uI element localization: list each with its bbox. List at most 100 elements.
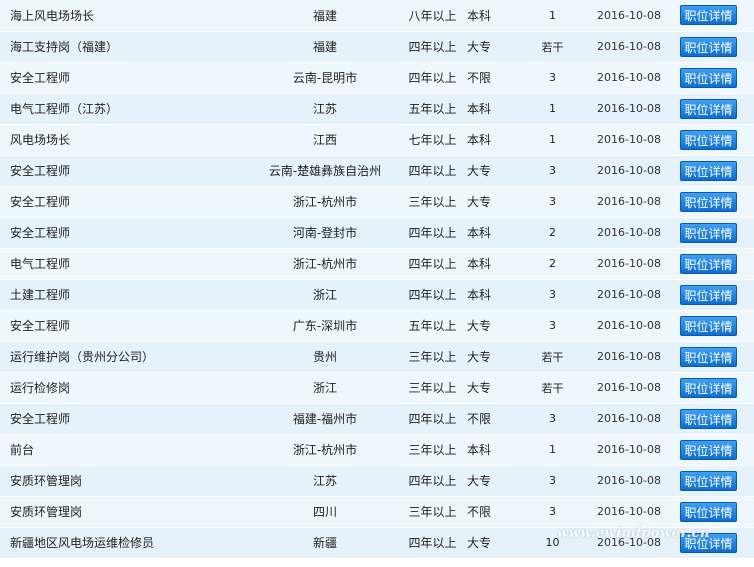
job-headcount: 3 (525, 186, 580, 218)
job-title: 新疆地区风电场运维检修员 (0, 527, 250, 559)
job-detail-button[interactable]: 职位详情 (680, 67, 737, 88)
job-education: 大专 (465, 372, 525, 404)
job-detail-button[interactable]: 职位详情 (680, 5, 737, 26)
job-detail-button[interactable]: 职位详情 (680, 284, 737, 305)
job-detail-button[interactable]: 职位详情 (680, 98, 737, 119)
job-action-cell: 职位详情 (678, 403, 754, 435)
job-headcount: 1 (525, 93, 580, 125)
job-experience: 四年以上 (400, 31, 465, 63)
job-experience: 三年以上 (400, 341, 465, 373)
job-action-cell: 职位详情 (678, 248, 754, 280)
table-row: 海上风电场场长 福建 八年以上 本科 1 2016-10-08 职位详情 (0, 0, 754, 32)
job-post-date: 2016-10-08 (580, 62, 678, 94)
job-education: 本科 (465, 0, 525, 32)
job-experience: 四年以上 (400, 62, 465, 94)
job-title: 运行维护岗（贵州分公司） (0, 341, 250, 373)
job-rows: 海上风电场场长 福建 八年以上 本科 1 2016-10-08 职位详情 海工支持岗（福建）福… (0, 0, 754, 559)
job-title: 安质环管理岗 (0, 465, 250, 497)
job-action-cell: 职位详情 (678, 186, 754, 218)
job-detail-button[interactable]: 职位详情 (680, 253, 737, 274)
job-location: 广东-深圳市 (250, 310, 400, 342)
job-detail-button[interactable]: 职位详情 (680, 532, 737, 553)
job-title: 安全工程师 (0, 310, 250, 342)
job-post-date: 2016-10-08 (580, 434, 678, 466)
table-row: 海工支持岗（福建） 福建 四年以上 大专 若干 2016-10-08 职位详情 (0, 31, 754, 63)
table-row: 风电场场长 江西 七年以上 本科 1 2016-10-08 职位详情 (0, 124, 754, 156)
job-action-cell: 职位详情 (678, 31, 754, 63)
job-detail-button[interactable]: 职位详情 (680, 191, 737, 212)
job-title: 运行检修岗 (0, 372, 250, 404)
job-action-cell: 职位详情 (678, 496, 754, 528)
job-post-date: 2016-10-08 (580, 217, 678, 249)
job-experience: 四年以上 (400, 465, 465, 497)
table-row: 安质环管理岗 四川 三年以上 不限 3 2016-10-08 职位详情 (0, 496, 754, 528)
job-action-cell: 职位详情 (678, 62, 754, 94)
job-experience: 三年以上 (400, 434, 465, 466)
job-experience: 四年以上 (400, 248, 465, 280)
job-location: 浙江-杭州市 (250, 186, 400, 218)
job-experience: 四年以上 (400, 155, 465, 187)
job-title: 海工支持岗（福建） (0, 31, 250, 63)
job-location: 福建-福州市 (250, 403, 400, 435)
job-headcount: 2 (525, 248, 580, 280)
job-post-date: 2016-10-08 (580, 186, 678, 218)
job-detail-button[interactable]: 职位详情 (680, 470, 737, 491)
job-detail-button[interactable]: 职位详情 (680, 222, 737, 243)
job-headcount: 若干 (525, 31, 580, 63)
job-post-date: 2016-10-08 (580, 279, 678, 311)
job-location: 江苏 (250, 465, 400, 497)
job-post-date: 2016-10-08 (580, 31, 678, 63)
job-action-cell: 职位详情 (678, 93, 754, 125)
job-action-cell: 职位详情 (678, 155, 754, 187)
job-action-cell: 职位详情 (678, 124, 754, 156)
job-detail-button[interactable]: 职位详情 (680, 315, 737, 336)
job-post-date: 2016-10-08 (580, 496, 678, 528)
job-experience: 五年以上 (400, 310, 465, 342)
job-education: 不限 (465, 62, 525, 94)
job-action-cell: 职位详情 (678, 217, 754, 249)
table-row: 前台 浙江-杭州市 三年以上 本科 1 2016-10-08 职位详情 (0, 434, 754, 466)
job-location: 云南-昆明市 (250, 62, 400, 94)
job-detail-button[interactable]: 职位详情 (680, 36, 737, 57)
job-education: 本科 (465, 434, 525, 466)
job-detail-button[interactable]: 职位详情 (680, 377, 737, 398)
job-action-cell: 职位详情 (678, 341, 754, 373)
job-education: 大专 (465, 341, 525, 373)
job-location: 浙江 (250, 372, 400, 404)
job-post-date: 2016-10-08 (580, 372, 678, 404)
job-action-cell: 职位详情 (678, 0, 754, 32)
job-experience: 三年以上 (400, 372, 465, 404)
table-row: 安全工程师 云南-昆明市 四年以上 不限 3 2016-10-08 职位详情 (0, 62, 754, 94)
table-row: 运行维护岗（贵州分公司） 贵州 三年以上 大专 若干 2016-10-08 职位详情 (0, 341, 754, 373)
job-detail-button[interactable]: 职位详情 (680, 501, 737, 522)
table-row: 新疆地区风电场运维检修员 新疆 四年以上 大专 10 2016-10-08 职位详情 (0, 527, 754, 559)
table-row: 安全工程师 云南-楚雄彝族自治州 四年以上 大专 3 2016-10-08 职位详情 (0, 155, 754, 187)
job-headcount: 若干 (525, 341, 580, 373)
job-post-date: 2016-10-08 (580, 465, 678, 497)
job-title: 安全工程师 (0, 62, 250, 94)
job-education: 大专 (465, 527, 525, 559)
job-action-cell: 职位详情 (678, 279, 754, 311)
table-row: 土建工程师 浙江 四年以上 本科 3 2016-10-08 职位详情 (0, 279, 754, 311)
job-title: 风电场场长 (0, 124, 250, 156)
job-education: 本科 (465, 217, 525, 249)
job-action-cell: 职位详情 (678, 310, 754, 342)
job-detail-button[interactable]: 职位详情 (680, 346, 737, 367)
job-headcount: 1 (525, 434, 580, 466)
job-education: 大专 (465, 465, 525, 497)
job-experience: 五年以上 (400, 93, 465, 125)
job-detail-button[interactable]: 职位详情 (680, 160, 737, 181)
job-title: 电气工程师（江苏） (0, 93, 250, 125)
job-action-cell: 职位详情 (678, 434, 754, 466)
job-location: 浙江-杭州市 (250, 434, 400, 466)
job-detail-button[interactable]: 职位详情 (680, 129, 737, 150)
job-headcount: 3 (525, 310, 580, 342)
job-detail-button[interactable]: 职位详情 (680, 439, 737, 460)
table-row: 电气工程师（江苏） 江苏 五年以上 本科 1 2016-10-08 职位详情 (0, 93, 754, 125)
job-detail-button[interactable]: 职位详情 (680, 408, 737, 429)
table-row: 安全工程师 浙江-杭州市 三年以上 大专 3 2016-10-08 职位详情 (0, 186, 754, 218)
table-row: 安全工程师 广东-深圳市 五年以上 大专 3 2016-10-08 职位详情 (0, 310, 754, 342)
job-post-date: 2016-10-08 (580, 248, 678, 280)
job-action-cell: 职位详情 (678, 465, 754, 497)
job-education: 大专 (465, 186, 525, 218)
